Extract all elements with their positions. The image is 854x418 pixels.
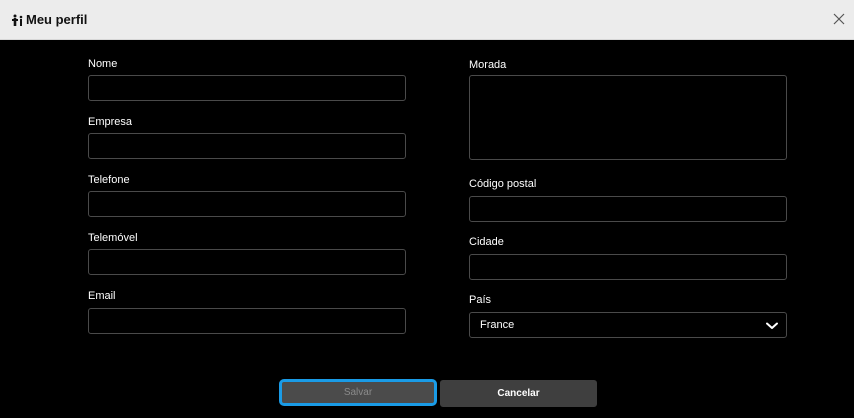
telefone-label: Telefone xyxy=(88,174,130,186)
morada-label: Morada xyxy=(469,59,507,71)
codigo-postal-label: Código postal xyxy=(469,178,537,190)
cidade-field[interactable] xyxy=(469,254,787,280)
profile-dialog: Meu perfil Nome Empresa Telefone Telemóv… xyxy=(0,0,854,418)
close-icon xyxy=(833,13,845,25)
cancel-button[interactable]: Cancelar xyxy=(440,380,597,407)
dialog-titlebar: Meu perfil xyxy=(0,0,854,40)
close-button[interactable] xyxy=(830,10,848,28)
morada-textarea[interactable] xyxy=(469,75,787,160)
empresa-field[interactable] xyxy=(88,133,406,159)
telemovel-label: Telemóvel xyxy=(88,232,138,244)
save-button[interactable]: Salvar xyxy=(279,379,437,406)
pais-selected-value: France xyxy=(480,319,515,331)
profile-form: Nome Empresa Telefone Telemóvel Email Mo… xyxy=(0,40,854,418)
chevron-down-icon xyxy=(766,322,778,329)
email-field[interactable] xyxy=(88,308,406,334)
cidade-label: Cidade xyxy=(469,236,504,248)
nome-label: Nome xyxy=(88,58,118,70)
pais-label: País xyxy=(469,294,492,306)
codigo-postal-field[interactable] xyxy=(469,196,787,222)
telefone-field[interactable] xyxy=(88,191,406,217)
pais-select[interactable]: France xyxy=(469,312,787,338)
nome-field[interactable] xyxy=(88,75,406,101)
dialog-title: Meu perfil xyxy=(26,12,88,27)
email-label: Email xyxy=(88,290,116,302)
people-icon xyxy=(12,14,23,26)
telemovel-field[interactable] xyxy=(88,249,406,275)
empresa-label: Empresa xyxy=(88,116,133,128)
